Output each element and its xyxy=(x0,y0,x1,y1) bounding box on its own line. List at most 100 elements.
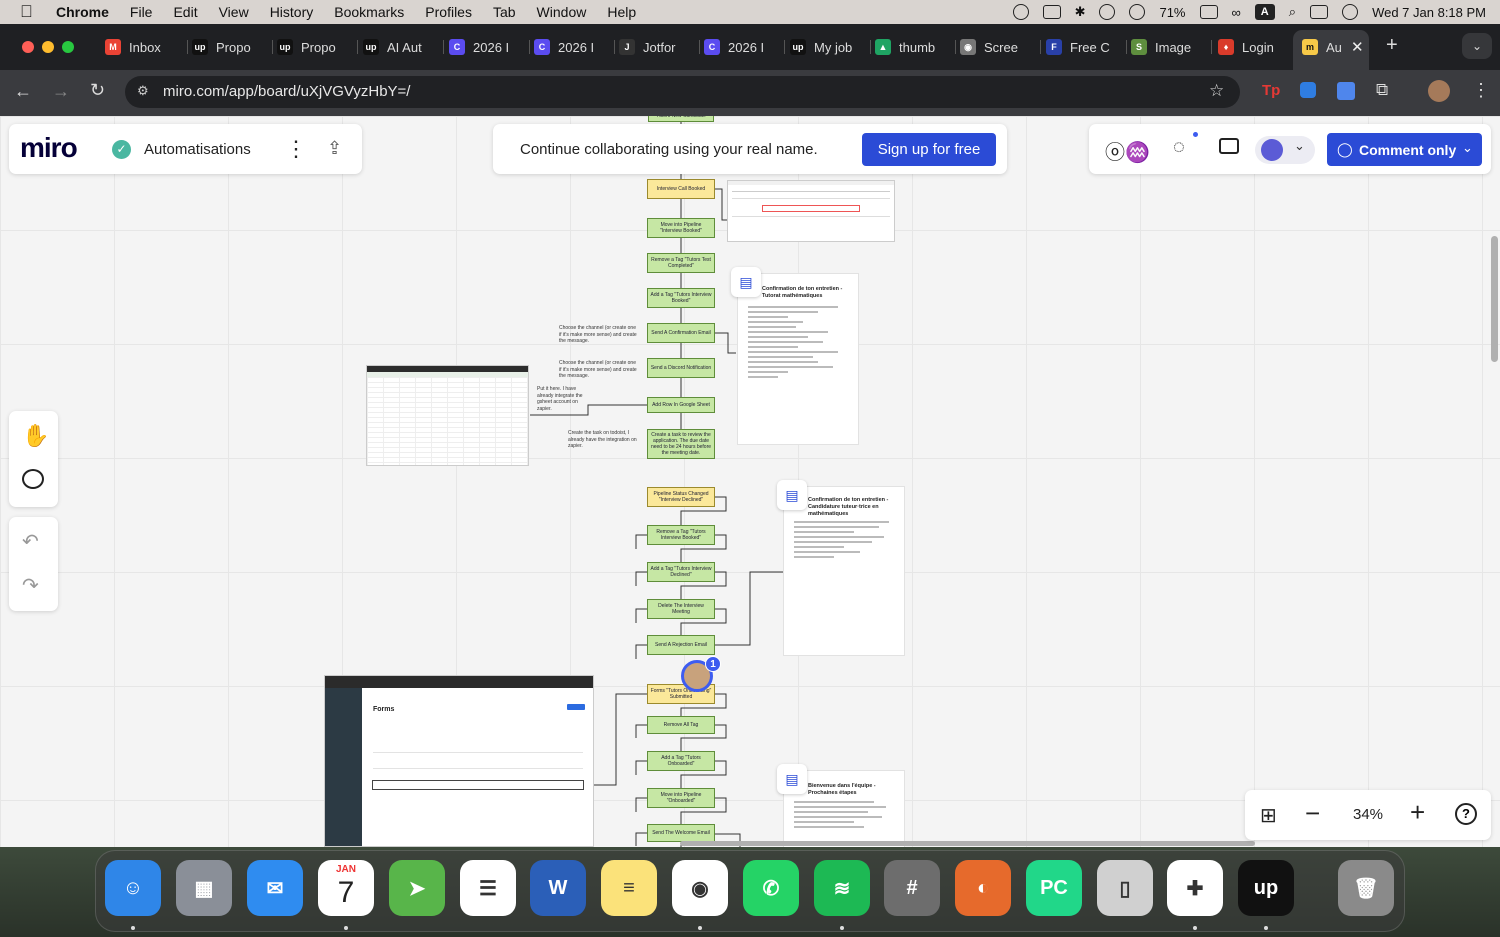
tab-9[interactable]: ▲ thumb xyxy=(875,36,951,58)
board-name[interactable]: Automatisations xyxy=(144,141,251,158)
tab-1[interactable]: up Propo xyxy=(192,36,268,58)
zoom-level[interactable]: 34% xyxy=(1353,806,1383,823)
zoom-window-button[interactable] xyxy=(62,41,74,53)
address-url[interactable]: miro.com/app/board/uXjVGVyzHbY=/ xyxy=(163,83,410,100)
flow-node-interview-0[interactable]: Interview Call Booked xyxy=(647,179,715,199)
flow-node-interview-7[interactable]: Create a task to review the application.… xyxy=(647,429,715,459)
menu-history[interactable]: History xyxy=(270,4,314,20)
siri-icon[interactable] xyxy=(1342,4,1359,20)
extensions-puzzle-icon[interactable]: ⧉ xyxy=(1376,80,1388,100)
menu-help[interactable]: Help xyxy=(607,4,636,20)
profile-avatar[interactable] xyxy=(1428,80,1450,102)
note-discord-channel[interactable]: Choose the channel (or create one if it'… xyxy=(559,325,639,345)
extension-blue-icon[interactable] xyxy=(1300,82,1316,98)
bookmark-star-icon[interactable]: ☆ xyxy=(1209,81,1224,101)
miro-board-canvas[interactable]: Tutors New Candidate Interview Call Booke… xyxy=(0,116,1500,847)
bluetooth-icon[interactable]: ✱ xyxy=(1075,4,1086,20)
flow-node-declined-3[interactable]: Delete The Interview Meeting xyxy=(647,599,715,619)
flow-node-onboarding-3[interactable]: Move into Pipeline "Onboarded" xyxy=(647,788,715,808)
new-tab-button[interactable]: + xyxy=(1386,34,1398,57)
tab-3[interactable]: up AI Aut xyxy=(363,36,439,58)
flow-node-interview-5[interactable]: Send a Discord Notification xyxy=(647,358,715,378)
note-todoist[interactable]: Create the task on todoist, I already ha… xyxy=(568,430,644,450)
now-playing-icon[interactable] xyxy=(1129,4,1146,20)
board-menu-icon[interactable]: ⋮ xyxy=(285,136,307,162)
menu-window[interactable]: Window xyxy=(537,4,587,20)
flow-node-top-stub[interactable]: Tutors New Candidate xyxy=(648,116,714,122)
upwork-status-icon[interactable] xyxy=(1012,4,1029,20)
battery-icon[interactable] xyxy=(1199,5,1218,19)
tab-5[interactable]: C 2026 I xyxy=(534,36,610,58)
link-icon[interactable]: ∞ xyxy=(1232,5,1241,20)
control-center-icon[interactable] xyxy=(1310,5,1329,19)
dock-mail-icon[interactable]: ✉ xyxy=(247,860,303,916)
tab-2[interactable]: up Propo xyxy=(277,36,353,58)
dock-calendar-icon[interactable]: JAN 7 xyxy=(318,860,374,916)
zoom-out-button[interactable]: − xyxy=(1305,798,1320,829)
display-icon[interactable] xyxy=(1042,5,1061,19)
menu-app-name[interactable]: Chrome xyxy=(56,4,109,20)
screenshot-google-sheet[interactable] xyxy=(366,365,529,466)
dock-trash-icon[interactable]: 🗑 xyxy=(1338,860,1394,916)
extension-tp-icon[interactable]: Tp xyxy=(1262,82,1280,100)
note-email-channel[interactable]: Choose the channel (or create one if it'… xyxy=(559,360,639,380)
flow-node-interview-2[interactable]: Remove a Tag "Tutors Test Completed" xyxy=(647,253,715,273)
tab-12[interactable]: S Image xyxy=(1131,36,1207,58)
dock-iphone-mirroring-icon[interactable]: ▯ xyxy=(1097,860,1153,916)
reactions-icon[interactable]: ⓞ♒ xyxy=(1105,136,1150,165)
doc-card-confirmation[interactable]: Confirmation de ton entretien - Tutorat … xyxy=(737,273,859,445)
menu-file[interactable]: File xyxy=(130,4,153,20)
accessibility-icon[interactable] xyxy=(1099,4,1116,20)
input-source-icon[interactable]: A xyxy=(1254,4,1275,20)
dock-slack-icon[interactable]: ✚ xyxy=(1167,860,1223,916)
miro-logo[interactable]: miro xyxy=(20,132,78,164)
screenshot-pipeline[interactable] xyxy=(727,180,895,242)
flow-node-declined-1[interactable]: Remove a Tag "Tutors Interview Booked" xyxy=(647,525,715,545)
tab-11[interactable]: F Free C xyxy=(1046,36,1122,58)
dock-calculator-icon[interactable]: # xyxy=(884,860,940,916)
flow-node-interview-3[interactable]: Add a Tag "Tutors Interview Booked" xyxy=(647,288,715,308)
doc-icon[interactable]: ▤ xyxy=(777,764,807,794)
doc-icon[interactable]: ▤ xyxy=(777,480,807,510)
minimize-window-button[interactable] xyxy=(42,41,54,53)
video-call-icon[interactable] xyxy=(1219,138,1239,154)
tab-8[interactable]: up My job xyxy=(790,36,866,58)
dock-chrome-icon[interactable]: ◉ xyxy=(672,860,728,916)
note-gsheet[interactable]: Put it here. I have already integrate th… xyxy=(537,386,587,412)
dock-maps-icon[interactable]: ➤ xyxy=(389,860,445,916)
doc-icon[interactable]: ▤ xyxy=(731,267,761,297)
dock-upwork-icon[interactable]: up xyxy=(1238,860,1294,916)
flow-node-interview-6[interactable]: Add Row In Google Sheet xyxy=(647,397,715,413)
doc-card-declined[interactable]: Confirmation de ton entretien - Candidat… xyxy=(783,486,905,656)
menu-tab[interactable]: Tab xyxy=(493,4,516,20)
menu-view[interactable]: View xyxy=(219,4,249,20)
tab-search-button[interactable]: ⌄ xyxy=(1462,33,1492,59)
dock-spotify-icon[interactable]: ≋ xyxy=(814,860,870,916)
tab-6[interactable]: J Jotfor xyxy=(619,36,695,58)
chat-icon[interactable]: ◌ xyxy=(1173,136,1185,159)
tab-14[interactable]: m Au xyxy=(1302,36,1342,58)
dock-finder-icon[interactable]: ☺ xyxy=(105,860,161,916)
sign-up-button[interactable]: Sign up for free xyxy=(862,133,996,166)
tab-0[interactable]: M Inbox xyxy=(105,36,183,58)
comment-tool-icon[interactable] xyxy=(22,469,44,489)
menu-bookmarks[interactable]: Bookmarks xyxy=(334,4,404,20)
flow-node-declined-4[interactable]: Send A Rejection Email xyxy=(647,635,715,655)
spotlight-search-icon[interactable]: ⌕ xyxy=(1289,4,1296,20)
flow-node-onboarding-2[interactable]: Add a Tag "Tutors Onboarded" xyxy=(647,751,715,771)
close-window-button[interactable] xyxy=(22,41,34,53)
flow-node-onboarding-1[interactable]: Remove All Tag xyxy=(647,716,715,734)
dock-reminders-icon[interactable]: ☰ xyxy=(460,860,516,916)
fit-to-screen-icon[interactable]: ⊞ xyxy=(1260,803,1277,828)
horizontal-scrollbar[interactable] xyxy=(680,841,1255,846)
screenshot-forms[interactable]: Forms xyxy=(324,675,594,847)
flow-node-declined-0[interactable]: Pipeline Status Changed "Interview Decli… xyxy=(647,487,715,507)
back-button[interactable]: ← xyxy=(14,81,32,102)
dock-notes-icon[interactable]: ≡ xyxy=(601,860,657,916)
tab-7[interactable]: C 2026 I xyxy=(704,36,780,58)
apple-menu-icon[interactable]:  xyxy=(20,3,38,21)
vertical-scrollbar[interactable] xyxy=(1491,236,1498,362)
close-tab-icon[interactable]: ✕ xyxy=(1351,38,1364,56)
menu-edit[interactable]: Edit xyxy=(173,4,197,20)
tab-4[interactable]: C 2026 I xyxy=(449,36,525,58)
